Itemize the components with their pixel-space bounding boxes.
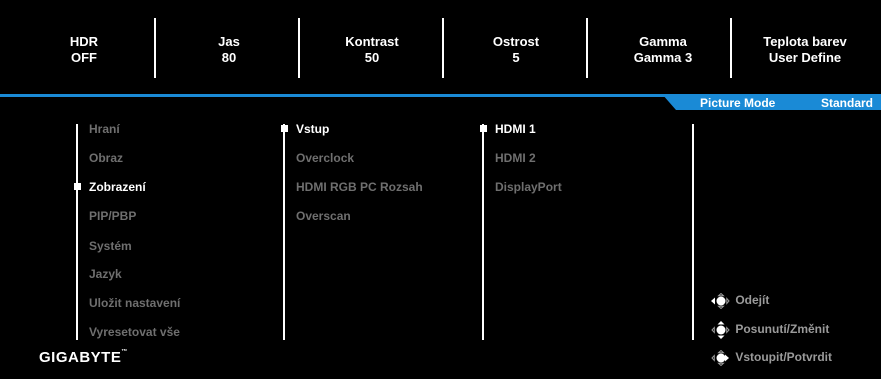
submenu-item-hdmi-rgb-range[interactable]: HDMI RGB PC Rozsah — [296, 180, 423, 194]
status-divider — [730, 18, 732, 78]
status-sharpness: Ostrost 5 — [446, 34, 586, 66]
status-divider — [442, 18, 444, 78]
help-enter-text: Vstoupit/Potvrdit — [735, 350, 833, 365]
menu-item-picture[interactable]: Obraz — [89, 151, 123, 165]
status-color-temp: Teplota barev User Define — [735, 34, 875, 66]
joystick-press-icon — [710, 349, 735, 367]
picture-mode-label: Picture Mode — [700, 96, 776, 110]
submenu-item-overclock[interactable]: Overclock — [296, 151, 354, 165]
help-exit: Odejít — [710, 292, 770, 310]
sub-menu-line — [283, 124, 285, 340]
joystick-left-icon — [710, 292, 735, 310]
status-gamma-value: Gamma 3 — [633, 50, 693, 65]
status-gamma-label: Gamma — [639, 34, 687, 49]
selection-marker — [281, 125, 288, 132]
status-sharpness-label: Ostrost — [492, 34, 540, 49]
status-divider — [298, 18, 300, 78]
selection-marker — [480, 125, 487, 132]
status-hdr: HDR OFF — [14, 34, 154, 66]
main-menu-line — [76, 124, 78, 340]
status-brightness-label: Jas — [218, 34, 240, 49]
input-menu-line — [482, 124, 484, 340]
menu-item-gaming[interactable]: Hraní — [89, 122, 120, 136]
submenu-item-overscan[interactable]: Overscan — [296, 209, 351, 223]
menu-item-language[interactable]: Jazyk — [89, 267, 122, 281]
menu-item-display[interactable]: Zobrazení — [89, 180, 146, 194]
status-contrast: Kontrast 50 — [302, 34, 442, 66]
input-item-displayport[interactable]: DisplayPort — [495, 180, 562, 194]
status-gamma: Gamma Gamma 3 — [593, 34, 733, 66]
status-hdr-value: OFF — [71, 50, 97, 65]
help-navigate-text: Posunutí/Změnit — [735, 322, 830, 337]
help-exit-text: Odejít — [735, 293, 770, 308]
joystick-updown-icon — [710, 321, 735, 339]
status-hdr-label: HDR — [69, 34, 99, 49]
menu-item-save-settings[interactable]: Uložit nastavení — [89, 296, 180, 310]
input-item-hdmi1[interactable]: HDMI 1 — [495, 122, 536, 136]
status-bar: HDR OFF Jas 80 Kontrast 50 Ostrost 5 Gam… — [0, 0, 881, 94]
monitor-osd: HDR OFF Jas 80 Kontrast 50 Ostrost 5 Gam… — [0, 0, 881, 379]
picture-mode-value: Standard — [820, 96, 873, 110]
submenu-item-input[interactable]: Vstup — [296, 122, 329, 136]
menu-item-system[interactable]: Systém — [89, 239, 132, 253]
menu-item-pip-pbp[interactable]: PIP/PBP — [89, 209, 136, 223]
brand-name: GIGABYTE — [39, 349, 122, 366]
status-contrast-value: 50 — [364, 50, 380, 65]
status-brightness-value: 80 — [221, 50, 237, 65]
selection-marker — [74, 183, 81, 190]
help-enter: Vstoupit/Potvrdit — [710, 349, 833, 367]
status-color-temp-value: User Define — [768, 50, 842, 65]
value-column-line — [692, 124, 694, 340]
help-navigate: Posunutí/Změnit — [710, 321, 829, 339]
status-color-temp-label: Teplota barev — [763, 34, 847, 49]
trademark: ™ — [121, 349, 128, 355]
status-brightness: Jas 80 — [159, 34, 299, 66]
status-divider — [154, 18, 156, 78]
gigabyte-logo: GIGABYTE™ — [39, 349, 128, 366]
status-contrast-label: Kontrast — [345, 34, 399, 49]
input-item-hdmi2[interactable]: HDMI 2 — [495, 151, 536, 165]
menu-item-reset-all[interactable]: Vyresetovat vše — [89, 325, 180, 339]
status-divider — [586, 18, 588, 78]
status-sharpness-value: 5 — [512, 50, 520, 65]
